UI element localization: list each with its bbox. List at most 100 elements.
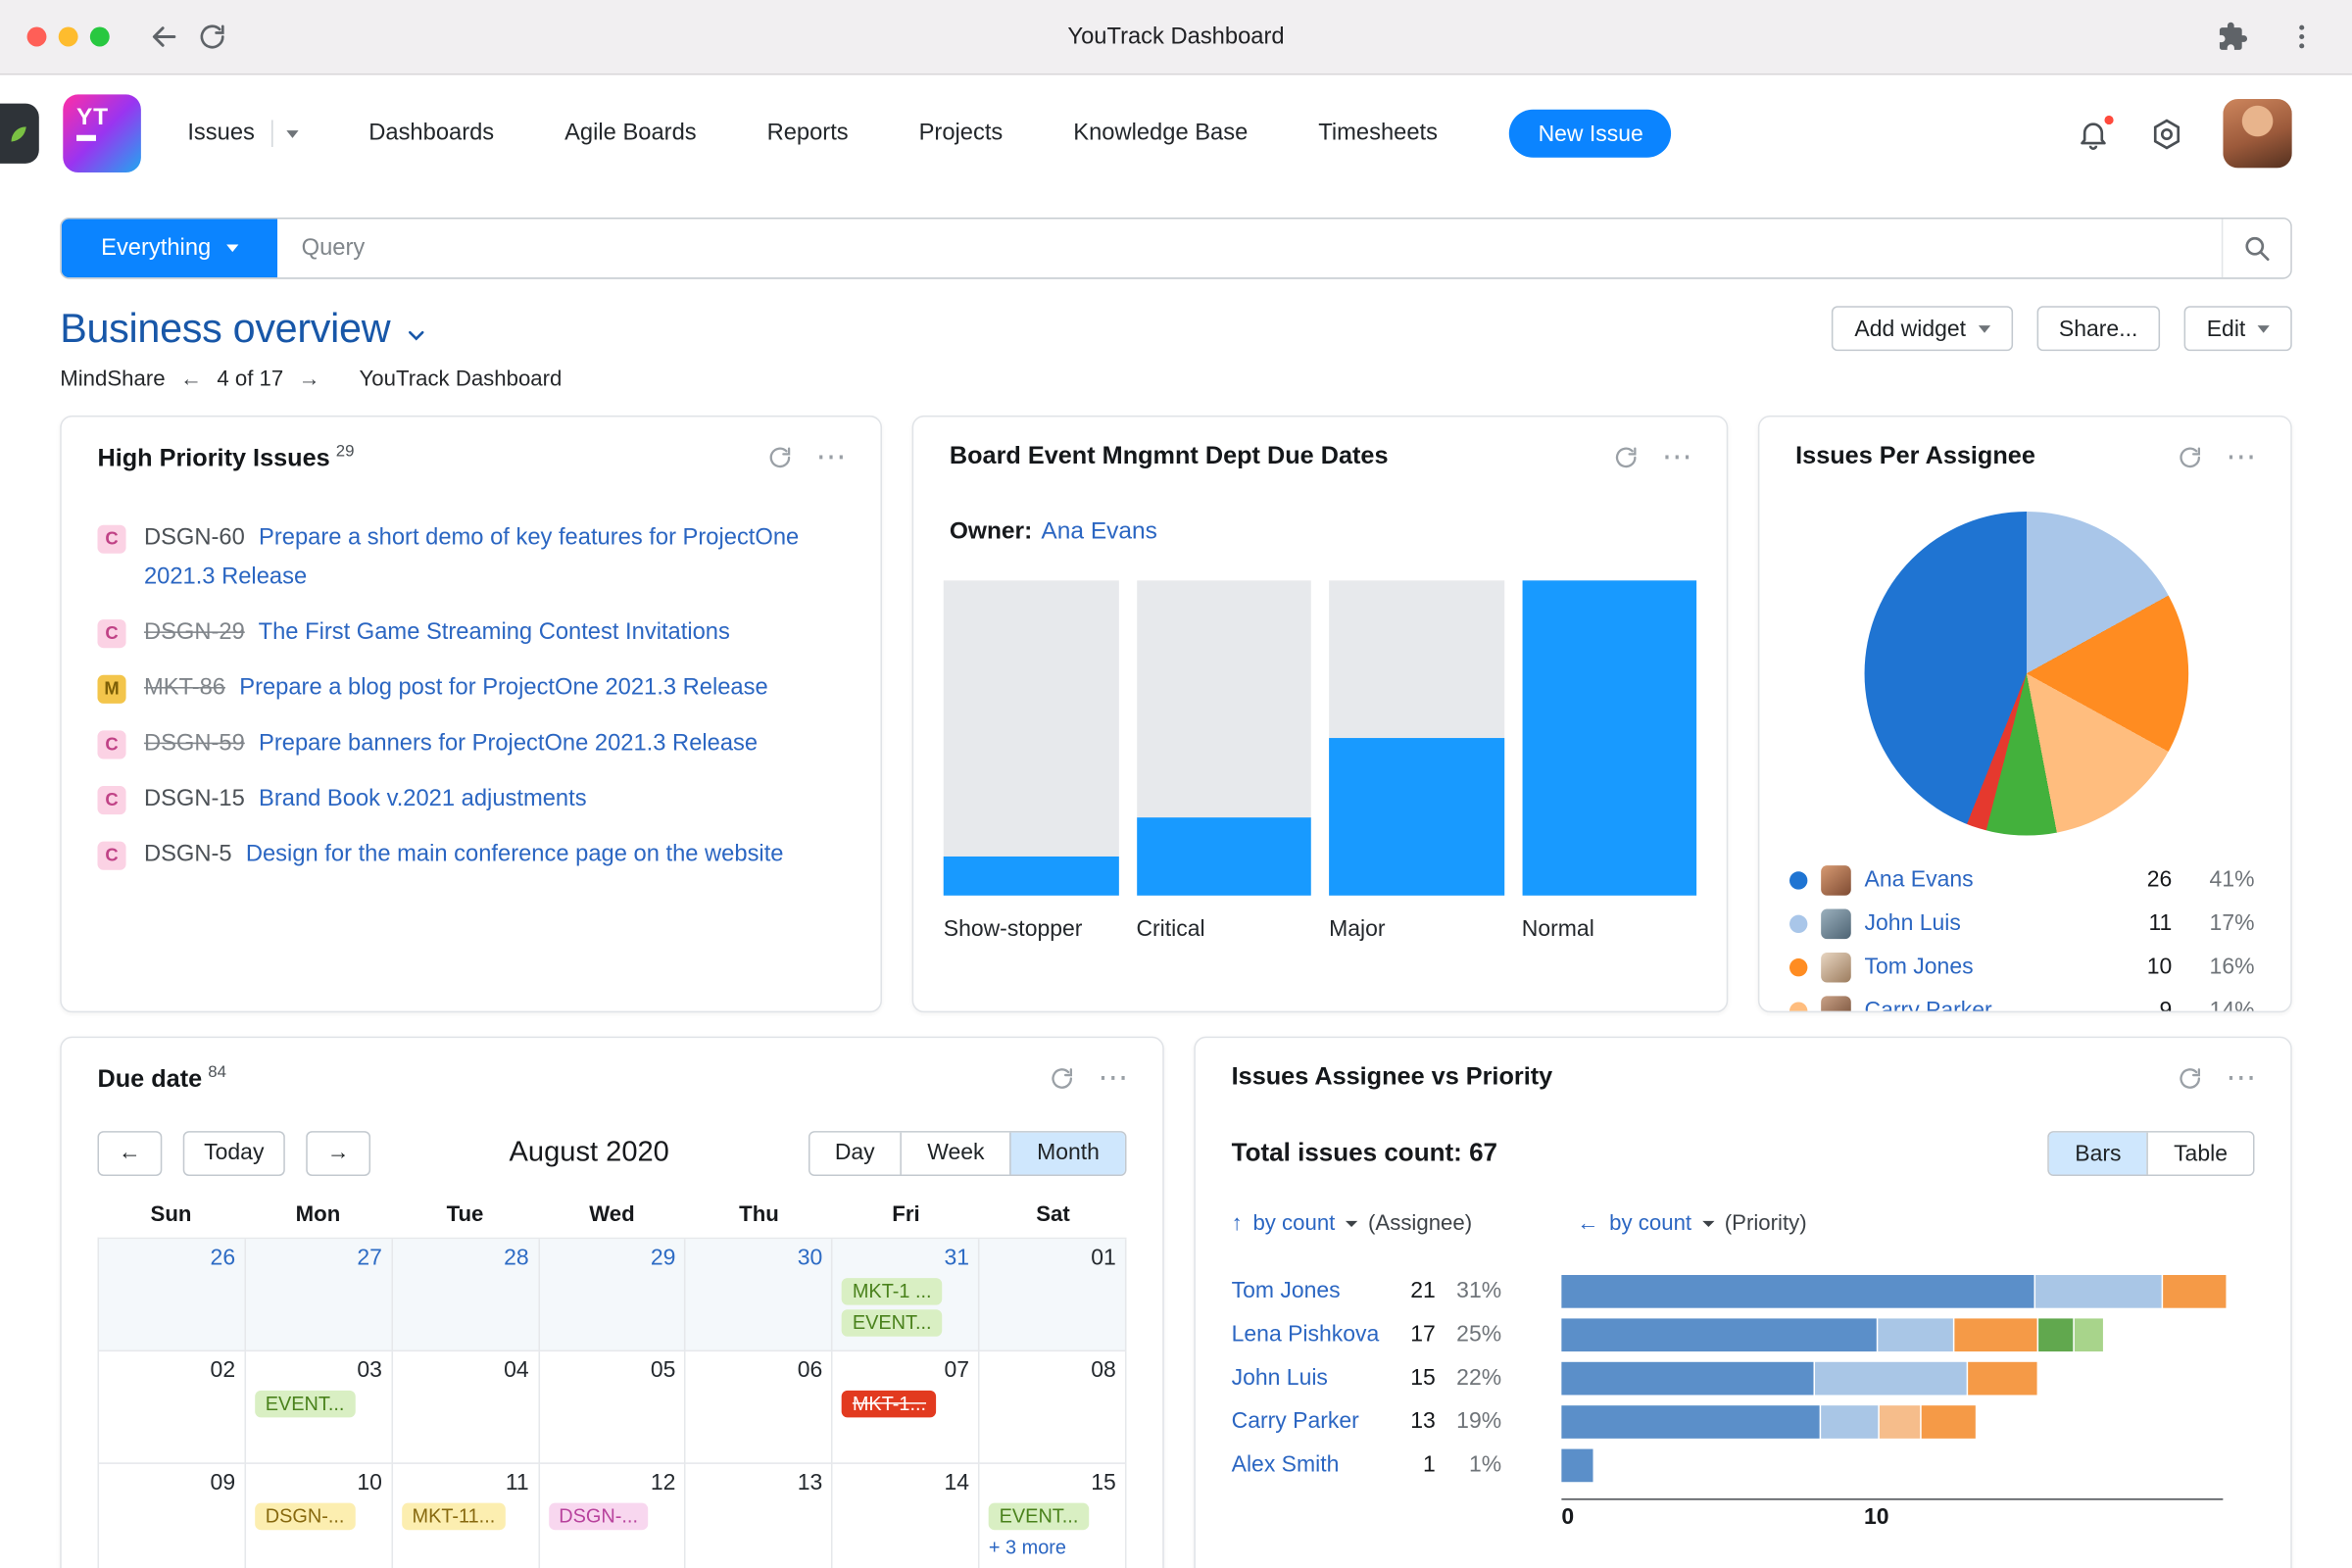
- extensions-puzzle-icon[interactable]: [2208, 13, 2256, 61]
- calendar-day-cell[interactable]: 03 EVENT...: [245, 1350, 393, 1464]
- calendar-day-cell[interactable]: 04: [392, 1350, 540, 1464]
- issue-link[interactable]: Design for the main conference page on t…: [246, 841, 784, 866]
- nav-item-dashboards[interactable]: Dashboards: [368, 120, 494, 147]
- refresh-widget-icon[interactable]: [2177, 1064, 2204, 1092]
- minimize-window-button[interactable]: [58, 26, 78, 47]
- calendar-event-chip[interactable]: EVENT...: [988, 1501, 1090, 1530]
- page-action-add-widget[interactable]: Add widget: [1832, 306, 2013, 352]
- close-window-button[interactable]: [26, 26, 47, 47]
- today-button[interactable]: Today: [182, 1130, 285, 1176]
- widget-menu-icon[interactable]: ⋯: [2226, 1062, 2257, 1093]
- assignee-link[interactable]: John Luis: [1865, 910, 2114, 936]
- widget-menu-icon[interactable]: ⋯: [1662, 442, 1693, 472]
- calendar-day-cell[interactable]: 28: [392, 1238, 540, 1351]
- calendar-day-cell[interactable]: 27: [245, 1238, 393, 1351]
- prev-dashboard-arrow[interactable]: ←: [180, 368, 202, 391]
- search-button[interactable]: [2221, 219, 2291, 278]
- calendar-view-month[interactable]: Month: [1009, 1131, 1125, 1174]
- new-issue-button[interactable]: New Issue: [1509, 109, 1672, 158]
- nav-item-projects[interactable]: Projects: [919, 120, 1004, 147]
- youtrack-logo[interactable]: YT: [63, 94, 141, 173]
- calendar-view-week[interactable]: Week: [900, 1131, 1010, 1174]
- widget-menu-icon[interactable]: ⋯: [2226, 442, 2257, 472]
- chart-view-table[interactable]: Table: [2146, 1132, 2253, 1175]
- calendar-view-day[interactable]: Day: [808, 1131, 901, 1174]
- calendar-event-chip[interactable]: DSGN-...: [254, 1501, 356, 1530]
- refresh-widget-icon[interactable]: [1612, 443, 1640, 470]
- calendar-event-chip[interactable]: MKT-1 ...: [842, 1277, 943, 1304]
- calendar-day-cell[interactable]: 06: [686, 1350, 833, 1464]
- browser-back-button[interactable]: [139, 13, 187, 61]
- nav-item-knowledge-base[interactable]: Knowledge Base: [1073, 120, 1248, 147]
- assignee-link[interactable]: Ana Evans: [1865, 867, 2114, 893]
- priority-sort-control[interactable]: ← by count (Priority): [1577, 1212, 1806, 1236]
- next-dashboard-arrow[interactable]: →: [299, 368, 320, 391]
- breadcrumb-app[interactable]: YouTrack Dashboard: [360, 368, 563, 391]
- calendar-day-cell[interactable]: 30: [686, 1238, 833, 1351]
- settings-gear-icon[interactable]: [2149, 117, 2183, 151]
- calendar-event-chip[interactable]: MKT-11...: [401, 1501, 506, 1530]
- notifications-bell-icon[interactable]: [2076, 112, 2117, 151]
- calendar-day-cell[interactable]: 01: [979, 1238, 1127, 1351]
- calendar-day-cell[interactable]: 14: [833, 1463, 980, 1568]
- issue-link[interactable]: Prepare banners for ProjectOne 2021.3 Re…: [259, 730, 758, 756]
- calendar-day-cell[interactable]: 31 MKT-1 ... EVENT...: [832, 1238, 980, 1351]
- calendar-day-cell[interactable]: 10 DSGN-...: [246, 1463, 393, 1568]
- search-scope-dropdown[interactable]: Everything: [61, 219, 278, 278]
- more-events-link[interactable]: + 3 more: [989, 1536, 1116, 1558]
- zoom-window-button[interactable]: [89, 26, 110, 47]
- browser-reload-button[interactable]: [187, 13, 235, 61]
- calendar-day-cell[interactable]: 07 MKT-1...: [832, 1350, 980, 1464]
- calendar-day-cell[interactable]: 08: [979, 1350, 1127, 1464]
- project-badge: C: [97, 840, 126, 869]
- assignee-link[interactable]: Lena Pishkova: [1232, 1321, 1396, 1347]
- assignee-sort-control[interactable]: ↑ by count (Assignee): [1232, 1212, 1472, 1236]
- refresh-widget-icon[interactable]: [2177, 443, 2204, 470]
- nav-item-agile-boards[interactable]: Agile Boards: [564, 120, 697, 147]
- search-input[interactable]: [277, 219, 2222, 278]
- calendar-event-chip[interactable]: EVENT...: [254, 1390, 356, 1417]
- widget-menu-icon[interactable]: ⋯: [1098, 1064, 1129, 1095]
- assignee-link[interactable]: Tom Jones: [1865, 954, 2114, 979]
- calendar-day-cell[interactable]: 12 DSGN-...: [539, 1463, 687, 1568]
- calendar-day-cell[interactable]: 29: [539, 1238, 687, 1351]
- chart-view-bars[interactable]: Bars: [2049, 1132, 2147, 1175]
- prev-month-button[interactable]: ←: [97, 1130, 163, 1176]
- refresh-widget-icon[interactable]: [1049, 1065, 1076, 1093]
- calendar-day-cell[interactable]: 11 MKT-11...: [393, 1463, 540, 1568]
- calendar-day-cell[interactable]: 15 EVENT... + 3 more: [980, 1463, 1127, 1568]
- assignee-link[interactable]: Tom Jones: [1232, 1278, 1396, 1303]
- issue-link[interactable]: The First Game Streaming Contest Invitat…: [259, 618, 730, 644]
- calendar-event-chip[interactable]: MKT-1...: [842, 1390, 937, 1417]
- calendar-event-chip[interactable]: EVENT...: [842, 1308, 943, 1337]
- nav-item-reports[interactable]: Reports: [767, 120, 849, 147]
- calendar-day-cell[interactable]: 02: [99, 1350, 246, 1464]
- assignee-link[interactable]: Carry Parker: [1232, 1408, 1396, 1434]
- calendar-event-chip[interactable]: DSGN-...: [548, 1501, 649, 1530]
- owner-link[interactable]: Ana Evans: [1041, 519, 1156, 545]
- nav-item-timesheets[interactable]: Timesheets: [1318, 120, 1438, 147]
- assignee-link[interactable]: Alex Smith: [1232, 1452, 1396, 1478]
- calendar-day-cell[interactable]: 05: [539, 1350, 687, 1464]
- breadcrumb-board[interactable]: MindShare: [60, 368, 165, 391]
- page-action-edit[interactable]: Edit: [2183, 306, 2292, 352]
- assignee-pie-chart[interactable]: [1864, 511, 2189, 836]
- pinned-sidebar-tab[interactable]: [0, 103, 39, 164]
- assignee-link[interactable]: Carry Parker: [1865, 998, 2114, 1011]
- refresh-widget-icon[interactable]: [766, 444, 794, 471]
- sort-by-count-link[interactable]: by count: [1609, 1212, 1691, 1236]
- calendar-day-cell[interactable]: 09: [99, 1463, 246, 1568]
- issue-link[interactable]: Brand Book v.2021 adjustments: [259, 785, 587, 810]
- assignee-link[interactable]: John Luis: [1232, 1365, 1396, 1391]
- issue-link[interactable]: Prepare a blog post for ProjectOne 2021.…: [239, 674, 767, 700]
- sort-by-count-link[interactable]: by count: [1252, 1212, 1335, 1236]
- user-avatar[interactable]: [2223, 99, 2292, 169]
- next-month-button[interactable]: →: [306, 1130, 371, 1176]
- nav-item-issues[interactable]: Issues: [187, 120, 299, 147]
- dashboard-title-chevron-icon[interactable]: [406, 324, 428, 347]
- page-action-share[interactable]: Share...: [2035, 306, 2161, 352]
- calendar-day-cell[interactable]: 26: [99, 1238, 246, 1351]
- calendar-day-cell[interactable]: 13: [686, 1463, 833, 1568]
- browser-menu-kebab-icon[interactable]: [2277, 13, 2325, 61]
- widget-menu-icon[interactable]: ⋯: [816, 443, 848, 473]
